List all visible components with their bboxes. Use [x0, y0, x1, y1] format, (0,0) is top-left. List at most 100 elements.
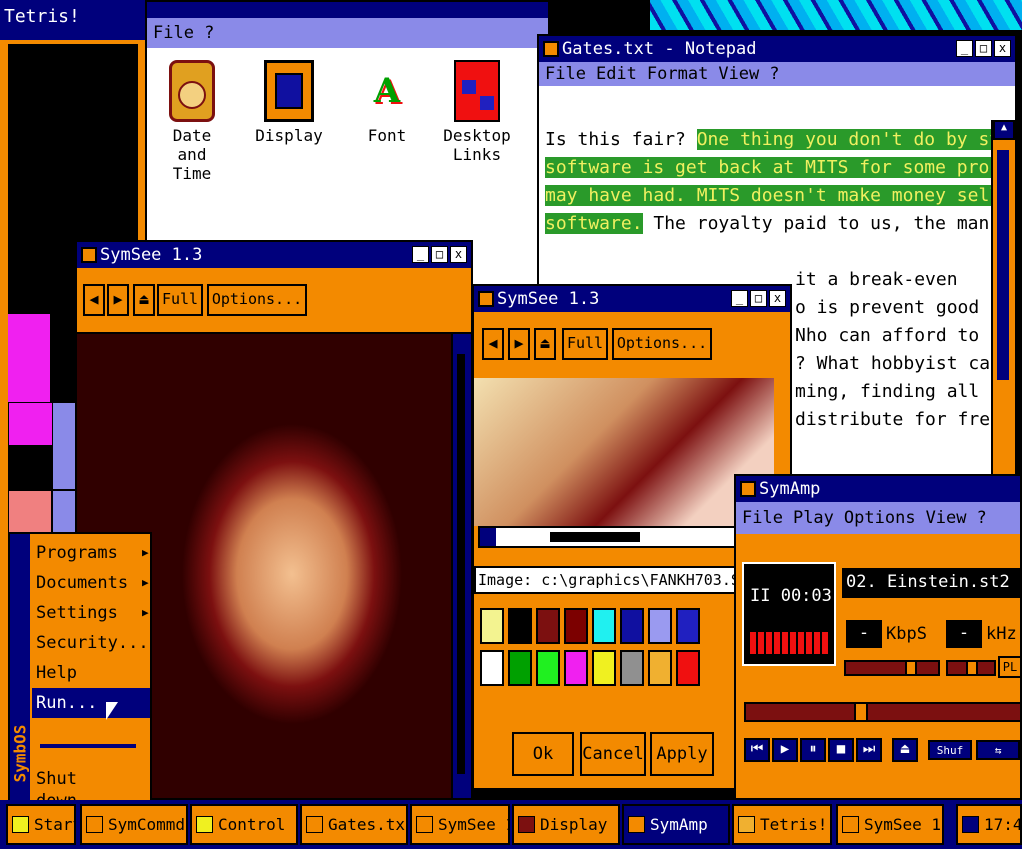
notepad-titlebar[interactable]: Gates.txt - Notepad _ □ x [539, 36, 1015, 62]
taskbar-item[interactable]: SymSee 1. [410, 804, 510, 845]
maximize-icon[interactable]: □ [750, 290, 767, 307]
prev-track-icon[interactable]: ⏮ [744, 738, 770, 762]
control-panel-menu[interactable]: File ? [153, 23, 214, 43]
icon-display[interactable]: Display [249, 60, 329, 145]
play-icon[interactable]: ▶ [772, 738, 798, 762]
palette-color[interactable] [480, 608, 504, 644]
palette-color[interactable] [508, 608, 532, 644]
full-button[interactable]: Full [562, 328, 608, 360]
close-icon[interactable]: x [994, 40, 1011, 57]
tetris-titlebar[interactable]: Tetris! [0, 0, 150, 40]
options-button[interactable]: Options... [612, 328, 712, 360]
menu-file[interactable]: File [742, 508, 783, 528]
maximize-icon[interactable]: □ [975, 40, 992, 57]
menu-help[interactable]: ? [769, 64, 779, 84]
palette-color[interactable] [508, 650, 532, 686]
repeat-icon[interactable]: ⇆ [976, 740, 1020, 760]
eject-icon[interactable]: ⏏ [534, 328, 556, 360]
symsee2-titlebar[interactable]: SymSee 1.3 _ □ x [474, 286, 790, 312]
palette-color[interactable] [676, 650, 700, 686]
notepad-scrollbar[interactable]: ▲ [991, 120, 1015, 492]
start-menu-item-run[interactable]: Run... [32, 688, 150, 718]
symsee1-scrollbar[interactable] [451, 334, 471, 798]
menu-format[interactable]: Format [647, 64, 708, 84]
minimize-icon[interactable]: _ [956, 40, 973, 57]
palette-color[interactable] [620, 608, 644, 644]
palette-color[interactable] [536, 650, 560, 686]
palette-color[interactable] [536, 608, 560, 644]
symsee-app-icon [478, 291, 494, 307]
palette-color[interactable] [648, 650, 672, 686]
minimize-icon[interactable]: _ [412, 246, 429, 263]
icon-date-time[interactable]: Date and Time [155, 60, 229, 183]
app-icon [86, 816, 103, 833]
taskbar-item[interactable]: Gates.txt - [300, 804, 408, 845]
eject-icon[interactable]: ⏏ [133, 284, 155, 316]
start-menu-item-settings[interactable]: Settings [36, 602, 118, 624]
maximize-icon[interactable]: □ [431, 246, 448, 263]
options-button[interactable]: Options... [207, 284, 307, 316]
menu-options[interactable]: Options [844, 508, 916, 528]
minimize-icon[interactable]: _ [731, 290, 748, 307]
taskbar-item[interactable]: SymAmp [622, 804, 730, 845]
close-icon[interactable]: x [769, 290, 786, 307]
back-arrow-icon[interactable]: ◀ [482, 328, 504, 360]
next-track-icon[interactable]: ⏭ [856, 738, 882, 762]
full-button[interactable]: Full [157, 284, 203, 316]
forward-arrow-icon[interactable]: ▶ [107, 284, 129, 316]
icon-desktop-links[interactable]: Desktop Links [432, 60, 522, 164]
menu-play[interactable]: Play [793, 508, 834, 528]
start-menu-item-documents[interactable]: Documents [36, 572, 128, 594]
playlist-button[interactable]: PL [998, 656, 1020, 678]
menu-view[interactable]: View [718, 64, 759, 84]
palette-color[interactable] [592, 608, 616, 644]
taskbar-item[interactable]: Control Pa [190, 804, 298, 845]
icon-font[interactable]: A Font [352, 60, 422, 145]
menu-help[interactable]: ? [977, 508, 987, 528]
desktop-links-icon [454, 60, 500, 122]
shuffle-button[interactable]: Shuf [928, 740, 972, 760]
taskbar-item[interactable]: Display [512, 804, 620, 845]
seek-bar[interactable] [744, 702, 1020, 722]
cancel-button[interactable]: Cancel [580, 732, 646, 776]
stop-icon[interactable]: ■ [828, 738, 854, 762]
symsee1-titlebar[interactable]: SymSee 1.3 _ □ x [77, 242, 471, 268]
forward-arrow-icon[interactable]: ▶ [508, 328, 530, 360]
khz-label: kHz [986, 624, 1017, 644]
seek-bar-knob[interactable] [854, 702, 868, 722]
palette-color[interactable] [620, 650, 644, 686]
back-arrow-icon[interactable]: ◀ [83, 284, 105, 316]
start-menu-item-help[interactable]: Help [36, 662, 77, 684]
start-menu-item-programs[interactable]: Programs [36, 542, 118, 564]
volume-slider-knob[interactable] [905, 660, 917, 676]
taskbar-item[interactable]: SymCommd [80, 804, 188, 845]
scroll-up-icon[interactable]: ▲ [993, 120, 1015, 140]
ok-button[interactable]: Ok [512, 732, 574, 776]
control-panel-titlebar[interactable] [147, 2, 548, 18]
eject-icon[interactable]: ⏏ [892, 738, 918, 762]
start-button[interactable]: Start [6, 804, 76, 845]
menu-edit[interactable]: Edit [596, 64, 637, 84]
palette-color[interactable] [564, 608, 588, 644]
text-line: may have had. MITS doesn't make money se… [545, 182, 1015, 210]
balance-slider[interactable] [946, 660, 996, 676]
notepad-text[interactable]: Is this fair? One thing you don't do by … [545, 126, 1015, 238]
close-icon[interactable]: x [450, 246, 467, 263]
symsee2-hscrollbar[interactable] [478, 526, 738, 548]
start-menu-item-security[interactable]: Security... [36, 632, 149, 654]
palette-color[interactable] [648, 608, 672, 644]
volume-slider[interactable] [844, 660, 940, 676]
taskbar-item[interactable]: SymSee 1. [836, 804, 944, 845]
palette-color[interactable] [480, 650, 504, 686]
apply-button[interactable]: Apply [650, 732, 714, 776]
palette-color[interactable] [564, 650, 588, 686]
pause-icon[interactable]: ⏸ [800, 738, 826, 762]
taskbar-item[interactable]: Tetris! [732, 804, 832, 845]
palette-color[interactable] [592, 650, 616, 686]
palette-color[interactable] [676, 608, 700, 644]
menu-view[interactable]: View [926, 508, 967, 528]
taskbar-clock[interactable]: 17:45 [956, 804, 1022, 845]
symamp-titlebar[interactable]: SymAmp [736, 476, 1020, 502]
menu-file[interactable]: File [545, 64, 586, 84]
scroll-thumb[interactable] [997, 150, 1009, 380]
